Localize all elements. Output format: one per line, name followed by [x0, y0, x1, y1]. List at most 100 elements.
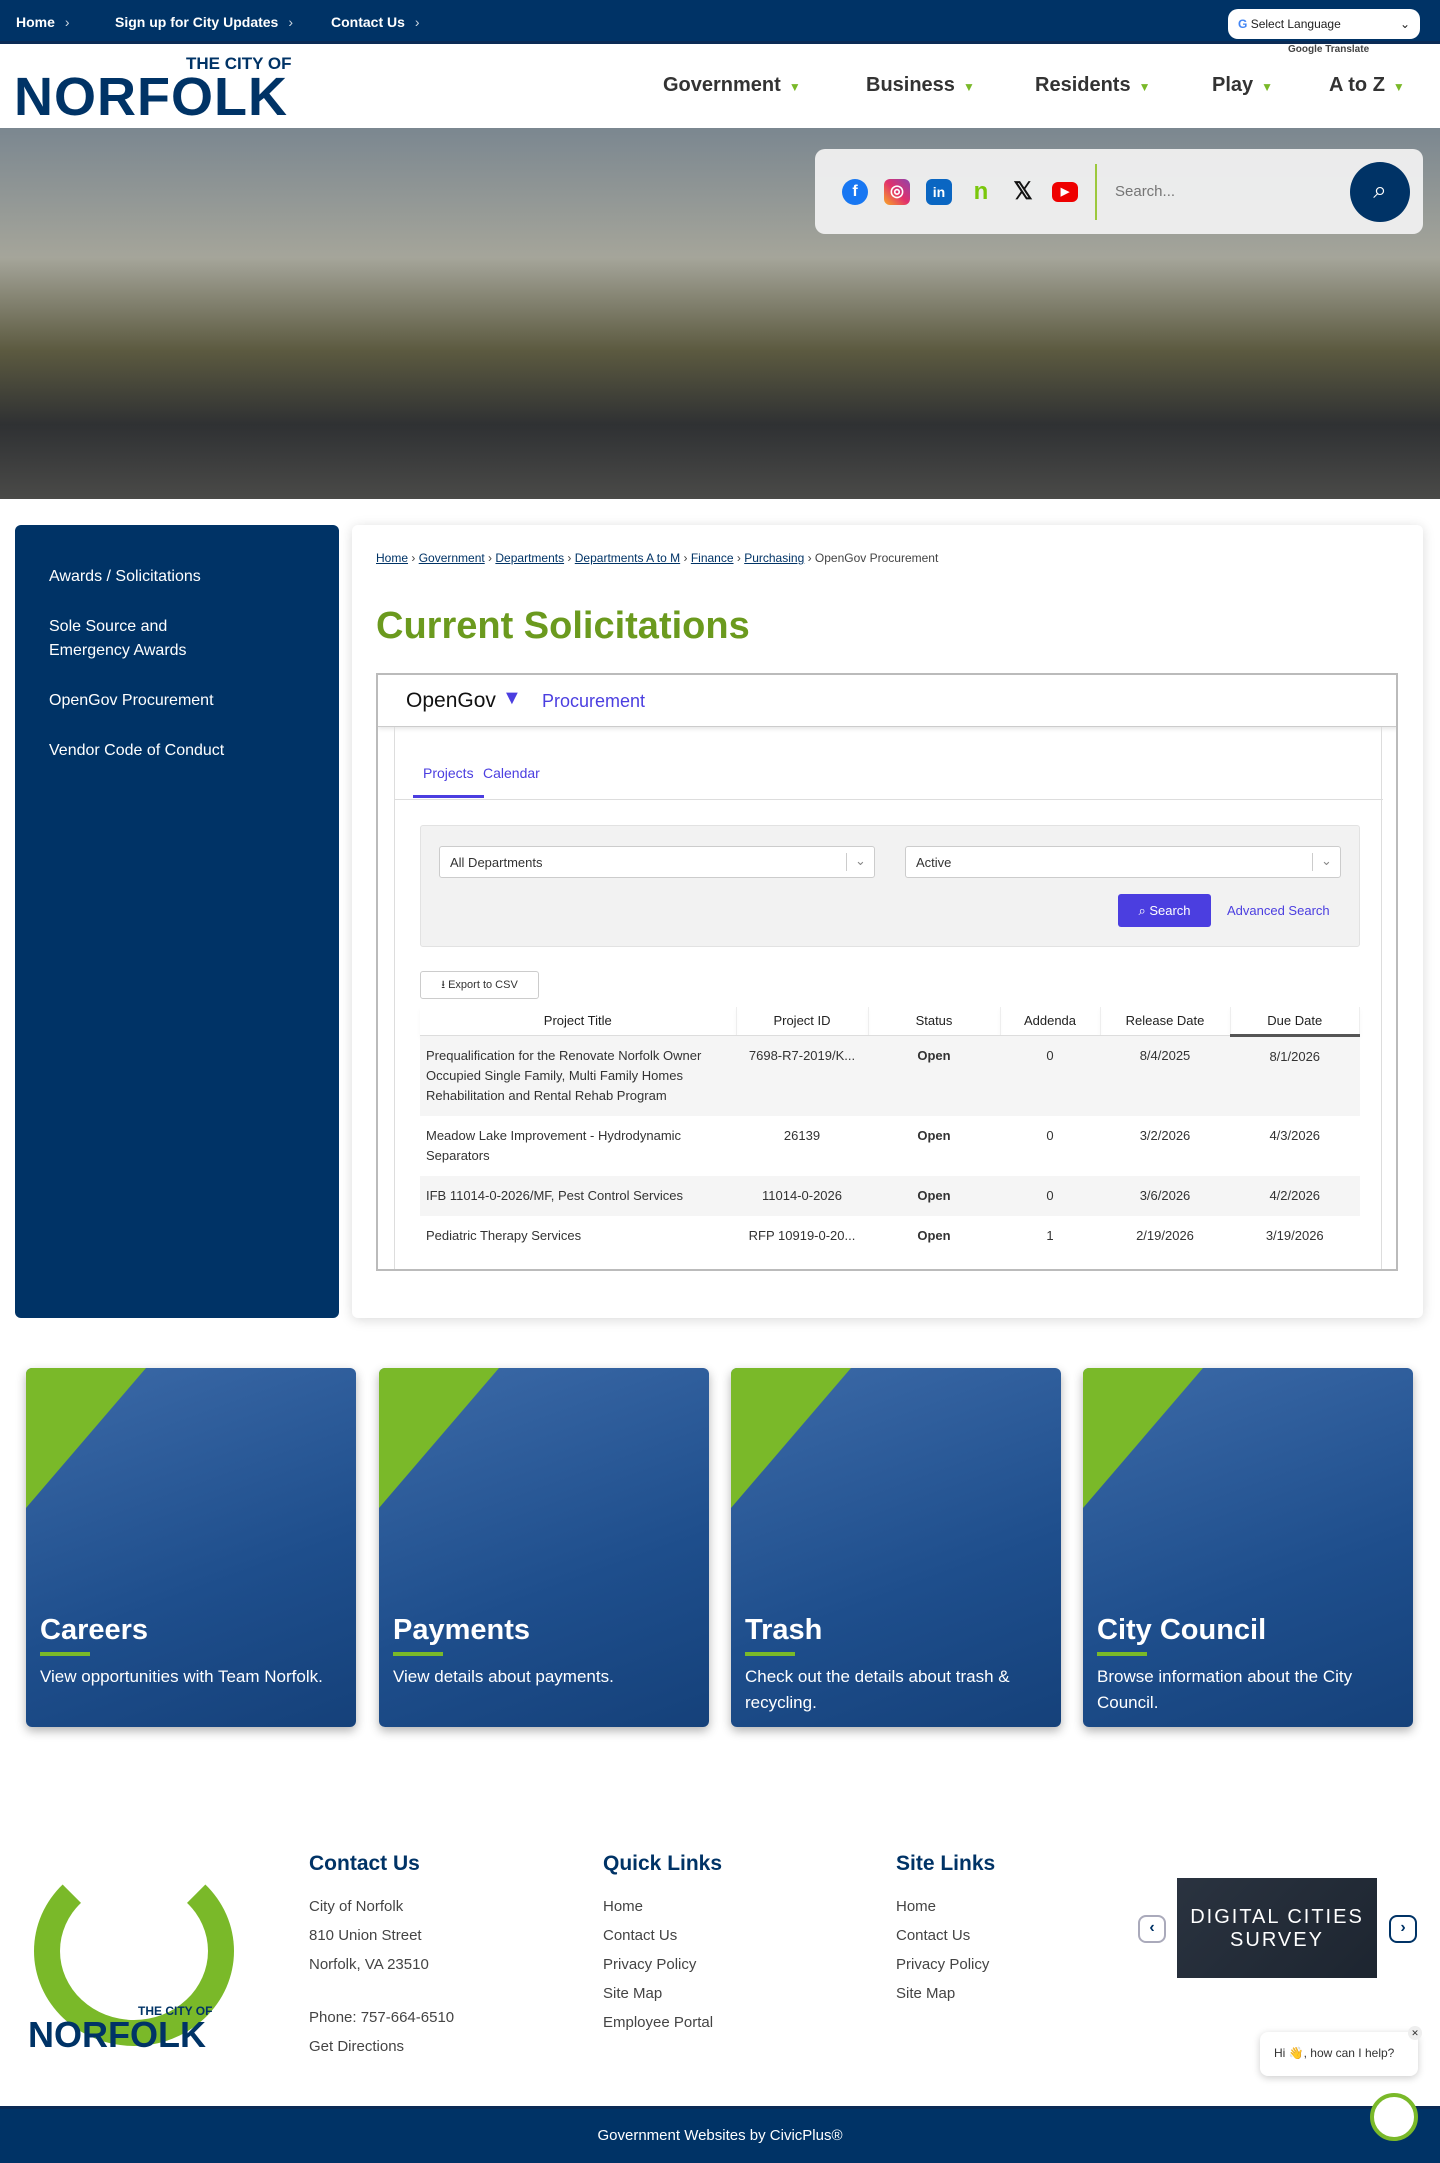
- breadcrumb-link[interactable]: Home: [376, 551, 408, 565]
- tab-projects[interactable]: Projects: [413, 765, 484, 798]
- cell-project-id: 26139: [783, 1127, 821, 1143]
- nav-label: Government: [663, 74, 781, 96]
- cell-addenda: 0: [1000, 1175, 1100, 1216]
- footer-link[interactable]: Site Map: [603, 1979, 713, 2008]
- breadcrumb-link[interactable]: Departments A to M: [575, 551, 680, 565]
- caret-down-icon: ▼: [788, 80, 801, 94]
- search-input[interactable]: [1115, 171, 1335, 211]
- breadcrumb-link[interactable]: Government: [419, 551, 485, 565]
- main-content: Home › Government › Departments › Depart…: [352, 525, 1423, 1318]
- tile-payments[interactable]: Payments View details about payments.: [379, 1368, 709, 1727]
- col-project-title[interactable]: Project Title: [420, 1007, 737, 1036]
- status-select[interactable]: Active ⌄: [905, 846, 1341, 878]
- city-logo[interactable]: THE CITY OF NORFOLK: [14, 55, 291, 124]
- close-icon[interactable]: ✕: [1408, 2026, 1422, 2040]
- youtube-icon[interactable]: ▶: [1052, 182, 1078, 202]
- opengov-logo: OpenGov: [406, 689, 496, 712]
- footer-link[interactable]: Privacy Policy: [896, 1950, 989, 1979]
- badge-text: DIGITAL CITIES SURVEY: [1190, 1906, 1364, 1951]
- col-project-id[interactable]: Project ID: [736, 1007, 869, 1036]
- nav-label: A to Z: [1329, 74, 1385, 96]
- opengov-embed: OpenGov ▼ Procurement Projects Calendar …: [376, 673, 1398, 1271]
- table-row[interactable]: IFB 11014-0-2026/MF, Pest Control Servic…: [420, 1175, 1360, 1216]
- table-row[interactable]: Prequalification for the Renovate Norfol…: [420, 1035, 1360, 1116]
- search-button[interactable]: ⌕: [1350, 162, 1410, 222]
- footer-link[interactable]: Home: [896, 1892, 989, 1921]
- breadcrumb-link[interactable]: Purchasing: [744, 551, 804, 565]
- caret-down-icon: ▼: [1392, 80, 1405, 94]
- nav-residents[interactable]: Residents ▼: [1035, 74, 1150, 97]
- col-due-date[interactable]: Due Date: [1230, 1007, 1360, 1037]
- cell-release-date: 3/2/2026: [1139, 1127, 1191, 1143]
- sidebar: Awards / Solicitations Sole Source and E…: [15, 525, 339, 1318]
- nav-play[interactable]: Play ▼: [1212, 74, 1273, 97]
- advanced-search-link[interactable]: Advanced Search: [1227, 903, 1330, 918]
- footer-link[interactable]: Site Map: [896, 1979, 989, 2008]
- accent-underline: [393, 1652, 443, 1656]
- instagram-icon[interactable]: ◎: [884, 179, 910, 205]
- footer-link[interactable]: Privacy Policy: [603, 1950, 713, 1979]
- sidebar-item-awards[interactable]: Awards / Solicitations: [15, 555, 275, 599]
- cell-addenda: 1: [1046, 1227, 1054, 1243]
- google-translate-label: Google Translate: [1288, 44, 1370, 55]
- facebook-icon[interactable]: f: [842, 179, 868, 205]
- nav-a-to-z[interactable]: A to Z ▼: [1329, 74, 1405, 97]
- export-csv-button[interactable]: ⭳ Export to CSV: [420, 971, 539, 999]
- top-link-home[interactable]: Home ›: [16, 14, 70, 30]
- cell-due-date: 8/1/2026: [1230, 1035, 1360, 1116]
- x-icon[interactable]: 𝕏: [1010, 179, 1036, 205]
- tile-city-council[interactable]: City Council Browse information about the…: [1083, 1368, 1413, 1727]
- tab-calendar[interactable]: Calendar: [483, 765, 540, 795]
- sidebar-item-vendor-code[interactable]: Vendor Code of Conduct: [15, 729, 275, 773]
- nav-government[interactable]: Government ▼: [663, 74, 801, 97]
- breadcrumb-link[interactable]: Finance: [691, 551, 734, 565]
- table-row[interactable]: Meadow Lake Improvement - Hydrodynamic S…: [420, 1116, 1360, 1176]
- nav-business[interactable]: Business ▼: [866, 74, 975, 97]
- sidebar-item-opengov[interactable]: OpenGov Procurement: [15, 679, 275, 723]
- cell-project-title[interactable]: Prequalification for the Renovate Norfol…: [420, 1035, 736, 1116]
- accent-underline: [40, 1652, 90, 1656]
- cell-project-title[interactable]: Pediatric Therapy Services: [420, 1216, 736, 1256]
- language-select[interactable]: G Select Language ⌄: [1228, 9, 1420, 39]
- top-link-contact[interactable]: Contact Us ›: [331, 14, 420, 30]
- table-row[interactable]: Pediatric Therapy Services RFP 10919-0-20…: [420, 1216, 1360, 1256]
- footer-logo[interactable]: THE CITY OF NORFOLK: [28, 1836, 240, 2055]
- contact-line: City of Norfolk: [309, 1898, 404, 1915]
- footer-link[interactable]: Home: [603, 1892, 713, 1921]
- breadcrumb-current: OpenGov Procurement: [814, 551, 939, 565]
- footer-quick-links: Home Contact Us Privacy Policy Site Map …: [603, 1892, 713, 2037]
- carousel-next-button[interactable]: ›: [1389, 1915, 1417, 1943]
- footer-link[interactable]: Contact Us: [896, 1921, 989, 1950]
- breadcrumb-link[interactable]: Departments: [495, 551, 564, 565]
- get-directions-link[interactable]: Get Directions: [309, 2032, 454, 2061]
- digital-cities-badge[interactable]: DIGITAL CITIES SURVEY: [1177, 1878, 1377, 1978]
- divider: [1095, 164, 1097, 220]
- footer-link[interactable]: Employee Portal: [603, 2008, 713, 2037]
- footer-quick-heading: Quick Links: [603, 1852, 723, 1875]
- department-select[interactable]: All Departments ⌄: [439, 846, 875, 878]
- carousel-prev-button[interactable]: ‹: [1138, 1915, 1166, 1943]
- col-status[interactable]: Status: [868, 1007, 1001, 1036]
- footer-link[interactable]: Contact Us: [603, 1921, 713, 1950]
- nextdoor-icon[interactable]: n: [968, 179, 994, 205]
- search-button-label: Search: [1149, 903, 1191, 918]
- chat-bubble[interactable]: Hi 👋, how can I help? ✕: [1260, 2026, 1422, 2076]
- tile-trash[interactable]: Trash Check out the details about trash &…: [731, 1368, 1061, 1727]
- contact-phone[interactable]: Phone: 757-664-6510: [309, 2003, 454, 2032]
- accent-underline: [1097, 1652, 1147, 1656]
- search-button[interactable]: ⌕ Search: [1118, 894, 1211, 927]
- tile-title: Careers: [40, 1614, 149, 1646]
- tile-title: Trash: [745, 1614, 823, 1646]
- cell-project-title[interactable]: IFB 11014-0-2026/MF, Pest Control Servic…: [420, 1175, 736, 1216]
- top-link-updates[interactable]: Sign up for City Updates ›: [115, 14, 293, 30]
- civicplus-credit[interactable]: Government Websites by CivicPlus®: [597, 2127, 842, 2144]
- cell-project-title[interactable]: Meadow Lake Improvement - Hydrodynamic S…: [420, 1116, 736, 1176]
- col-release-date[interactable]: Release Date: [1100, 1007, 1231, 1036]
- cell-status: Open: [917, 1227, 951, 1243]
- tile-careers[interactable]: Careers View opportunities with Team Norf…: [26, 1368, 356, 1727]
- chat-launcher-icon[interactable]: [1370, 2093, 1418, 2141]
- col-addenda[interactable]: Addenda: [1000, 1007, 1101, 1036]
- sidebar-item-sole-source[interactable]: Sole Source and Emergency Awards: [15, 605, 275, 673]
- linkedin-icon[interactable]: in: [926, 179, 952, 205]
- search-icon: ⌕: [1373, 177, 1387, 204]
